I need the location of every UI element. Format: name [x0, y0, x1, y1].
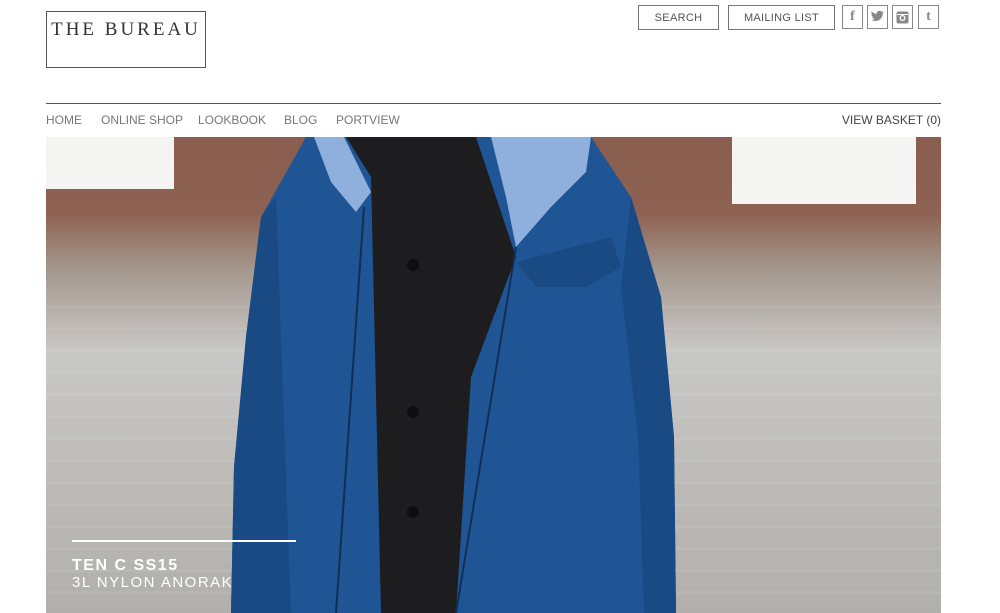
header-divider	[46, 103, 941, 104]
tumblr-icon[interactable]: t	[918, 5, 939, 29]
nav-item-blog[interactable]: BLOG	[284, 113, 317, 127]
logo-text: THE BUREAU	[51, 19, 201, 40]
nav-item-lookbook[interactable]: LOOKBOOK	[198, 113, 266, 127]
instagram-icon[interactable]	[892, 5, 913, 29]
twitter-icon[interactable]	[867, 5, 888, 29]
view-basket-link[interactable]: VIEW BASKET (0)	[842, 113, 941, 127]
hero-title: TEN C SS15	[72, 557, 179, 574]
nav-item-home[interactable]: HOME	[46, 113, 82, 127]
nav-item-online-shop[interactable]: ONLINE SHOP	[101, 113, 183, 127]
search-button[interactable]: SEARCH	[638, 5, 719, 30]
caption-divider	[72, 540, 296, 542]
facebook-icon[interactable]: f	[842, 5, 863, 29]
mailing-list-button[interactable]: MAILING LIST	[728, 5, 835, 30]
hero-subtitle: 3L NYLON ANORAK	[72, 574, 234, 591]
nav-item-portview[interactable]: PORTVIEW	[336, 113, 400, 127]
site-logo[interactable]: THE BUREAU	[46, 11, 206, 68]
